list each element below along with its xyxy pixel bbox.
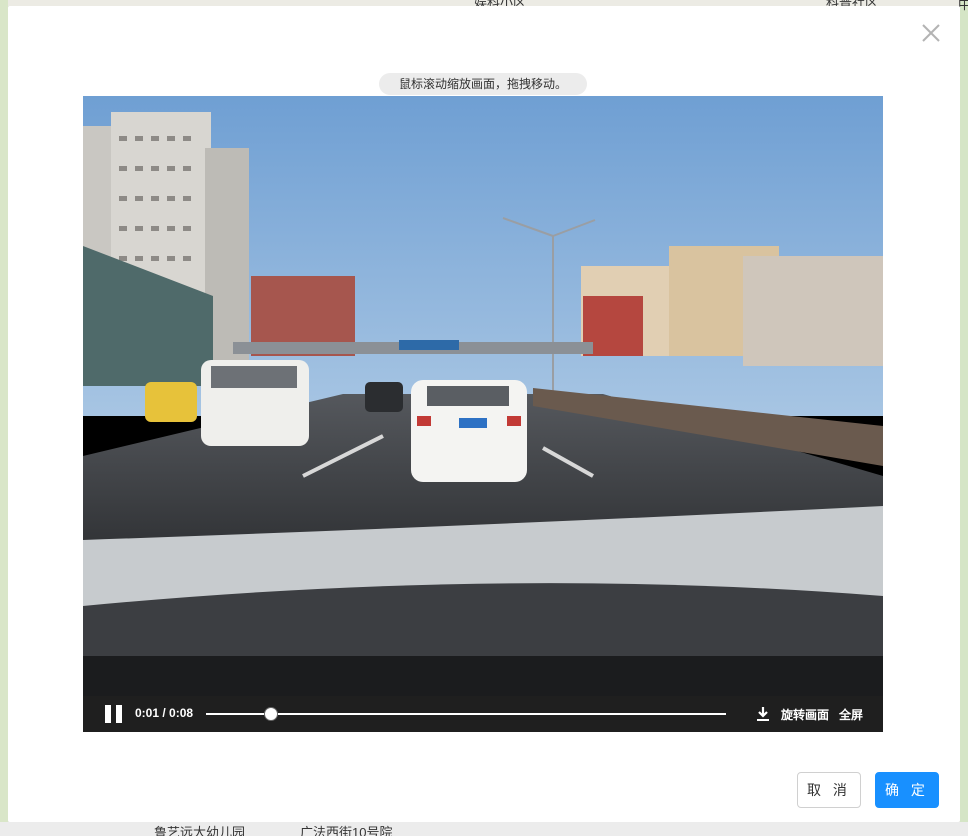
pause-icon[interactable] [105, 705, 123, 723]
video-frame[interactable] [83, 96, 883, 696]
fullscreen-button[interactable]: 全屏 [839, 706, 863, 723]
map-label: 鲁艺远大幼儿园 [154, 825, 246, 836]
rotate-button[interactable]: 旋转画面 [781, 706, 829, 723]
video-controls: 0:01 / 0:08 旋转画面 全屏 [83, 696, 883, 732]
map-street-bottom [0, 822, 968, 836]
video-time: 0:01 / 0:08 [135, 706, 194, 720]
progress-bar[interactable] [206, 707, 726, 721]
map-label: 广法西街10号院 [300, 825, 393, 836]
zoom-drag-hint: 鼠标滚动缩放画面，拖拽移动。 [379, 73, 587, 95]
map-park-left [0, 0, 8, 836]
progress-thumb[interactable] [264, 707, 278, 721]
download-icon[interactable] [755, 706, 771, 722]
close-icon[interactable] [920, 22, 942, 44]
ok-button[interactable]: 确 定 [875, 772, 939, 808]
map-park-right [960, 0, 968, 836]
cancel-button[interactable]: 取 消 [797, 772, 861, 808]
video-player[interactable]: 0:01 / 0:08 旋转画面 全屏 [83, 96, 883, 732]
video-preview-modal: 鼠标滚动缩放画面，拖拽移动。 0:01 / 0:08 旋转画面 全屏 取 消 确… [8, 6, 960, 822]
